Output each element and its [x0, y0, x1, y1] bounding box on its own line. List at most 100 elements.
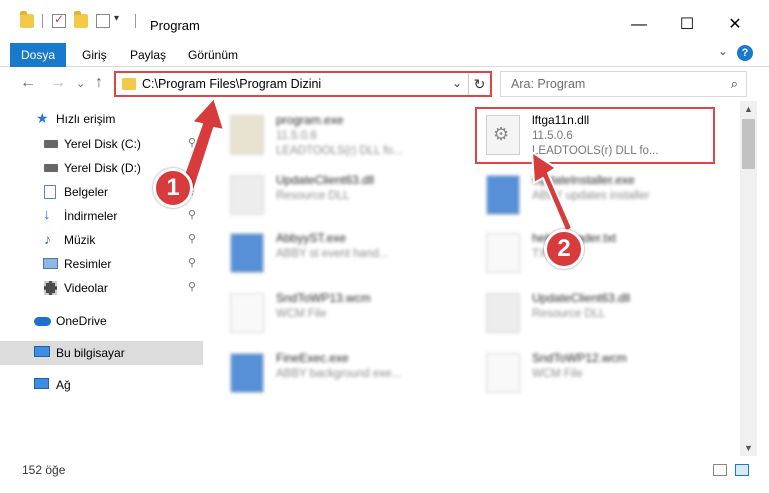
- search-box[interactable]: Ara: Program ⌕: [500, 71, 747, 97]
- recent-locations-button[interactable]: ⌄: [76, 77, 85, 90]
- tab-view[interactable]: Görünüm: [188, 43, 238, 67]
- sidebar-item-label: Yerel Disk (D:): [64, 161, 141, 175]
- pictures-icon: [43, 258, 58, 269]
- file-item-program-exe[interactable]: program.exe 11.5.0.6 LEADTOOLS(r) DLL fo…: [220, 109, 460, 165]
- title-separator: [135, 14, 136, 28]
- file-description: WCM File: [532, 368, 583, 380]
- sidebar-item-label: Belgeler: [64, 185, 109, 199]
- details-view-icon[interactable]: [713, 464, 727, 476]
- highlight-box: [475, 107, 715, 164]
- sidebar-item-label: OneDrive: [56, 314, 107, 328]
- new-folder-icon[interactable]: [74, 11, 88, 28]
- download-icon: ↓: [43, 206, 51, 223]
- exe-file-icon: [230, 233, 264, 273]
- sidebar-item-onedrive[interactable]: OneDrive: [0, 309, 203, 333]
- navigation-pane: ★ Hızlı erişim Yerel Disk (C:) ⚲ Yerel D…: [0, 101, 205, 456]
- file-description: ABBY updates installer: [532, 190, 650, 202]
- file-description: LEADTOOLS(r) DLL fo...: [276, 145, 403, 157]
- pin-icon: ⚲: [188, 209, 197, 221]
- refresh-button[interactable]: ↻: [468, 73, 490, 95]
- file-description: Resource DLL: [276, 190, 350, 202]
- qat-dropdown-icon[interactable]: ▾: [114, 13, 119, 24]
- file-item[interactable]: UpdateClient63.dll Resource DLL: [476, 287, 716, 343]
- file-item[interactable]: FineExec.exe ABBY background exe...: [220, 347, 460, 403]
- folder-icon: [20, 11, 34, 28]
- generic-file-icon: [230, 293, 264, 333]
- video-icon: [44, 281, 57, 295]
- file-item[interactable]: UpdateClient63.dll Resource DLL: [220, 169, 460, 225]
- pin-icon: ⚲: [188, 257, 197, 269]
- status-bar: 152 öğe: [0, 456, 769, 493]
- ribbon-expand-icon[interactable]: ⌄: [718, 44, 728, 58]
- minimize-button[interactable]: —: [616, 10, 662, 40]
- up-button[interactable]: ↑: [95, 74, 103, 92]
- vertical-scrollbar[interactable]: ▲ ▼: [740, 101, 757, 456]
- file-description: Resource DLL: [532, 308, 606, 320]
- qat-separator: [42, 14, 43, 28]
- text-file-icon: [486, 233, 520, 273]
- address-path: C:\Program Files\Program Dizini: [142, 77, 322, 91]
- file-version: 11.5.0.6: [276, 130, 317, 142]
- navigation-bar: ← → ⌄ ↑ C:\Program Files\Program Dizini …: [0, 67, 769, 101]
- close-button[interactable]: ✕: [712, 10, 758, 40]
- sidebar-item-quick-access[interactable]: ★ Hızlı erişim: [0, 107, 203, 131]
- pin-icon: ⚲: [188, 281, 197, 293]
- sidebar-item-videos[interactable]: Videolar ⚲: [0, 276, 203, 300]
- exe-file-icon: [230, 353, 264, 393]
- view-options-icon[interactable]: [96, 14, 110, 28]
- file-name: AbbyyST.exe: [276, 231, 347, 245]
- file-description: ABBY st event hand...: [276, 248, 389, 260]
- file-item[interactable]: UpdateInstaller.exe ABBY updates install…: [476, 169, 716, 225]
- window-title: Program: [150, 18, 200, 33]
- cloud-icon: [34, 317, 51, 326]
- forward-button[interactable]: →: [50, 74, 66, 92]
- pin-icon: ⚲: [188, 233, 197, 245]
- help-icon[interactable]: ?: [737, 45, 753, 61]
- sidebar-item-label: Yerel Disk (C:): [64, 137, 141, 151]
- address-dropdown-icon[interactable]: ⌄: [452, 76, 462, 90]
- file-name: UpdateInstaller.exe: [532, 173, 635, 187]
- sidebar-item-label: İndirmeler: [64, 209, 118, 223]
- sidebar-item-label: Bu bilgisayar: [56, 346, 125, 360]
- sidebar-item-pictures[interactable]: Resimler ⚲: [0, 252, 203, 276]
- sidebar-item-local-disk-c[interactable]: Yerel Disk (C:) ⚲: [0, 132, 203, 156]
- disk-icon: [44, 140, 58, 148]
- exe-file-icon: [486, 175, 520, 215]
- sidebar-item-label: Resimler: [64, 257, 112, 271]
- tab-home[interactable]: Giriş: [82, 43, 107, 67]
- maximize-button[interactable]: ☐: [664, 10, 710, 40]
- sidebar-item-network[interactable]: Ağ: [0, 373, 203, 397]
- properties-icon[interactable]: ✓: [52, 12, 66, 28]
- sidebar-item-label: Müzik: [64, 233, 96, 247]
- large-icons-view-icon[interactable]: [735, 464, 749, 476]
- step-badge-2: 2: [544, 229, 584, 269]
- documents-icon: [44, 185, 56, 199]
- dll-gear-icon: [486, 293, 520, 333]
- title-bar: ✓ ▾ Program — ☐ ✕: [0, 0, 769, 40]
- item-count: 152 öğe: [22, 463, 66, 477]
- scroll-up-icon[interactable]: ▲: [744, 104, 753, 114]
- dll-gear-icon: [230, 175, 264, 215]
- sidebar-item-label: Hızlı erişim: [56, 112, 116, 126]
- file-name: UpdateClient63.dll: [276, 173, 375, 187]
- file-item[interactable]: SndToWP12.wcm WCM File: [476, 347, 716, 403]
- tab-share[interactable]: Paylaş: [130, 43, 166, 67]
- sidebar-item-this-pc[interactable]: Bu bilgisayar: [0, 341, 203, 365]
- file-item[interactable]: AbbyyST.exe ABBY st event hand...: [220, 227, 460, 283]
- file-item[interactable]: SndToWP13.wcm WCM File: [220, 287, 460, 343]
- generic-file-icon: [486, 353, 520, 393]
- tab-file[interactable]: Dosya: [10, 43, 66, 67]
- search-icon: ⌕: [730, 76, 738, 91]
- search-placeholder: Ara: Program: [511, 77, 586, 91]
- music-icon: ♪: [44, 231, 51, 247]
- file-description: ABBY background exe...: [276, 368, 402, 380]
- sidebar-item-label: Videolar: [64, 281, 108, 295]
- sidebar-item-music[interactable]: ♪ Müzik ⚲: [0, 228, 203, 252]
- back-button[interactable]: ←: [20, 74, 36, 92]
- exe-file-icon: [230, 115, 264, 155]
- ribbon: Dosya Giriş Paylaş Görünüm ⌄ ?: [0, 40, 769, 67]
- scroll-down-icon[interactable]: ▼: [744, 443, 753, 453]
- scroll-thumb[interactable]: [742, 119, 755, 169]
- file-item[interactable]: help_Reader.txt TXT File: [476, 227, 716, 283]
- address-bar[interactable]: C:\Program Files\Program Dizini ⌄ ↻: [114, 71, 492, 97]
